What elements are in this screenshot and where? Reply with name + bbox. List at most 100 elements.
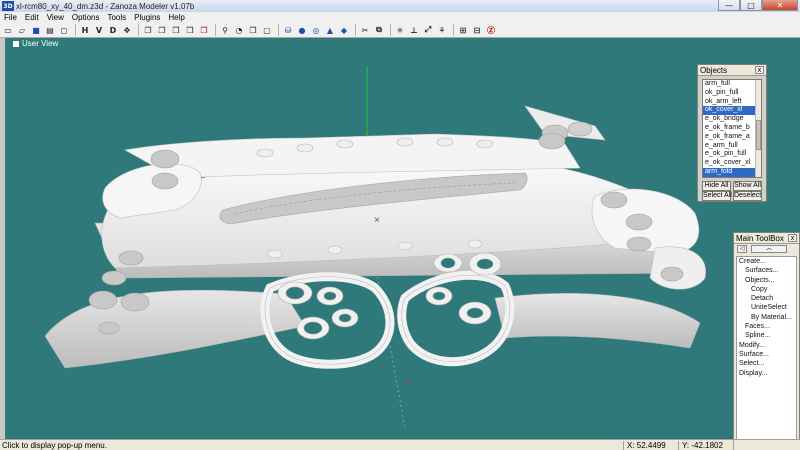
toolbox-item-detach[interactable]: Detach [737,294,796,303]
cube-red-icon[interactable]: ❒ [198,24,210,36]
rotate-icon[interactable]: ◔ [233,24,245,36]
print-icon[interactable]: ▤ [44,24,56,36]
view-h-button[interactable]: H [79,24,91,36]
menu-tools[interactable]: Tools [103,13,130,22]
deselect-button[interactable]: Deselect [733,191,762,201]
menu-plugins[interactable]: Plugins [130,13,164,22]
objects-scroll-thumb[interactable] [756,120,761,150]
toolbox-item-spline[interactable]: Spline... [737,331,796,340]
objects-panel-header[interactable]: Objects x [698,65,766,76]
object-item[interactable]: e_ok_pin_full [703,150,761,159]
toolbox-header[interactable]: Main ToolBox x [734,233,799,244]
center-marker: × [374,215,380,226]
toolbar-separator [75,24,76,36]
zanoza-icon[interactable]: Ⓩ [485,24,497,36]
toolbox-item-select[interactable]: Select... [737,359,796,368]
object-item[interactable]: ok_arm_left [703,98,761,107]
status-x-coordinate: X: 52.4499 [623,440,678,450]
open-icon[interactable]: ▱ [16,24,28,36]
object-item[interactable]: e_arm_full [703,142,761,151]
toolbox-back-icon[interactable]: ◁ [737,245,747,253]
copy-icon[interactable]: ⧉ [373,24,385,36]
minimize-button[interactable]: — [718,0,740,11]
menu-help[interactable]: Help [164,13,188,22]
toolbox-item-surface[interactable]: Surface... [737,350,796,359]
toolbox-item-by-material[interactable]: By Material... [737,313,796,322]
objects-close-icon[interactable]: x [755,66,764,74]
object-item[interactable]: e_ok_bridge [703,115,761,124]
new-icon[interactable]: ▭ [2,24,14,36]
objects-panel-title: Objects [700,65,728,75]
sphere-icon[interactable]: ● [296,24,308,36]
close-button[interactable]: ✕ [762,0,798,11]
show-all-button[interactable]: Show All [733,181,762,191]
objects-scrollbar[interactable] [755,80,761,177]
toolbar-separator [355,24,356,36]
toolbox-item-create[interactable]: Create... [737,257,796,266]
menu-edit[interactable]: Edit [21,13,43,22]
3d-viewport[interactable]: User View Z × [0,38,800,439]
mount-hole [120,292,150,312]
toolbox-tree: Create... Surfaces... Objects... Copy De… [736,256,797,446]
toolbox-close-icon[interactable]: x [788,234,797,242]
torus-icon[interactable]: ◎ [310,24,322,36]
object-item-selected[interactable]: arm_fold [703,167,761,177]
cut-icon[interactable]: ✂ [359,24,371,36]
model-render: Z × [44,66,706,429]
toolbox-item-copy[interactable]: Copy [737,285,796,294]
mount-hole [98,321,120,335]
select-all-button[interactable]: Select All [702,191,732,201]
object-item[interactable]: ok_pin_full [703,89,761,98]
box-blue-icon[interactable]: ◆ [338,24,350,36]
toolbox-item-modify[interactable]: Modify... [737,341,796,350]
cube-move-icon[interactable]: ❒ [247,24,259,36]
mount-hole [660,266,684,282]
app-icon: 3D [2,1,14,11]
toolbox-up-icon[interactable]: ︿ [751,245,787,253]
object-item[interactable]: arm_full [703,80,761,89]
toolbox-item-objects[interactable]: Objects... [737,276,796,285]
object-item-selected[interactable]: ok_cover_xl [703,106,761,116]
camera-icon[interactable]: ⚘ [436,24,448,36]
pan-icon[interactable]: ▢ [261,24,273,36]
maximize-button[interactable]: □ [740,0,762,11]
menu-view[interactable]: View [43,13,68,22]
cone-icon[interactable]: ▲ [324,24,336,36]
mount-hole [625,213,653,231]
toolbox-item-surfaces[interactable]: Surfaces... [737,266,796,275]
view-d-button[interactable]: D [107,24,119,36]
view-v-button[interactable]: V [93,24,105,36]
status-bar: Click to display pop-up menu. X: 52.4499… [0,439,800,450]
cylinder-icon[interactable]: ⛁ [282,24,294,36]
objects-list[interactable]: arm_full ok_pin_full ok_arm_left ok_cove… [702,79,762,178]
menu-options[interactable]: Options [68,13,104,22]
cube-wire-icon[interactable]: ❒ [156,24,168,36]
mount-hole [88,290,118,310]
light-icon[interactable]: ✳ [394,24,406,36]
object-item[interactable]: e_ok_frame_b [703,124,761,133]
menu-bar: File Edit View Options Tools Plugins Hel… [0,12,800,23]
scale-icon[interactable]: ⤢ [422,24,434,36]
lower-right-arm [494,293,701,349]
move-icon[interactable]: ✥ [121,24,133,36]
save-icon[interactable]: ■ [30,24,42,36]
toolbox-item-faces[interactable]: Faces... [737,322,796,331]
mount-hole [626,236,652,252]
toolbox-item-uniteselect[interactable]: UniteSelect [737,303,796,312]
display-icon[interactable]: ⊟ [471,24,483,36]
toolbox-item-display[interactable]: Display... [737,369,796,378]
grid-icon[interactable]: ⊞ [457,24,469,36]
toolbox-nav: ◁ ︿ [734,244,799,254]
snap-icon[interactable]: ⊥ [408,24,420,36]
hide-all-button[interactable]: Hide All [702,181,731,191]
cube-icon[interactable]: ❒ [142,24,154,36]
cube-select-icon[interactable]: ❒ [184,24,196,36]
object-item[interactable]: e_ok_cover_xl [703,159,761,168]
object-item[interactable]: e_ok_frame_a [703,133,761,142]
hide-icon[interactable]: ◻ [58,24,70,36]
window-title: xl-rcm80_xy_40_dm.z3d - Zanoza Modeler v… [16,1,195,11]
zoom-icon[interactable]: ⚲ [219,24,231,36]
menu-file[interactable]: File [0,13,21,22]
toolbar: ▭ ▱ ■ ▤ ◻ H V D ✥ ❒ ❒ ❒ ❒ ❒ ⚲ ◔ ❒ ▢ ⛁ ● … [0,23,800,38]
cube-solid-icon[interactable]: ❒ [170,24,182,36]
